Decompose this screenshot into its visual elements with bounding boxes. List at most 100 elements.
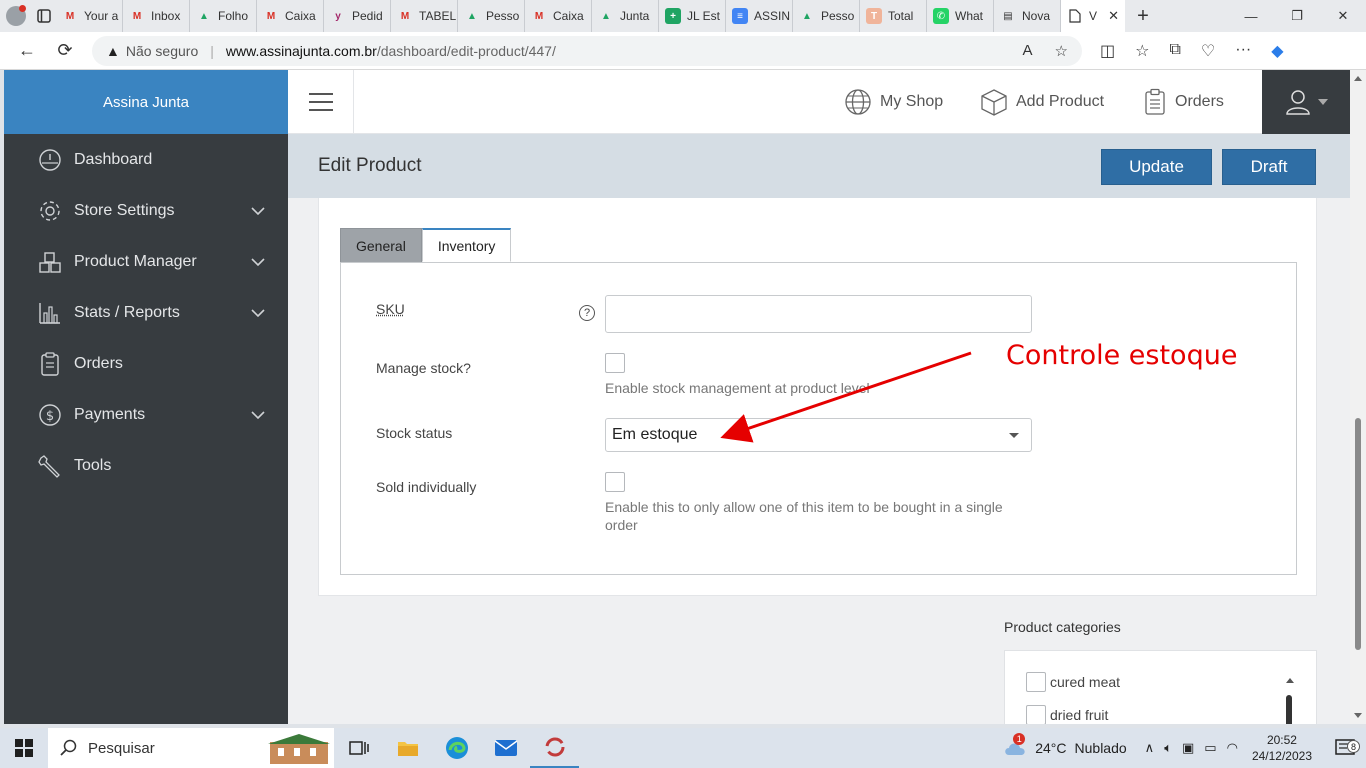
browser-tab[interactable]: ▲ Pesso [458,0,525,32]
tab-actions-icon[interactable] [32,0,56,32]
chevron-down-icon[interactable] [250,407,266,423]
tab-inventory[interactable]: Inventory [421,228,512,262]
chevron-down-icon[interactable] [250,254,266,270]
user-menu-button[interactable] [1262,70,1350,134]
menu-toggle-button[interactable] [288,70,354,134]
browser-tab[interactable]: M Inbox [123,0,190,32]
battery-icon[interactable]: ▭ [1204,740,1216,756]
windows-logo-icon [15,739,33,757]
add-product-link[interactable]: Add Product [980,70,1104,134]
browser-tab[interactable]: + JL Est [659,0,726,32]
browser-tab[interactable]: M TABEL [391,0,458,32]
my-shop-link[interactable]: My Shop [844,70,943,134]
maximize-button[interactable]: ❐ [1274,0,1320,32]
tab-general[interactable]: General [340,228,422,262]
refresh-button[interactable]: ⟳ [46,32,84,70]
help-icon[interactable]: ? [579,305,595,321]
update-button[interactable]: Update [1101,149,1212,185]
gmail-icon: M [400,10,410,22]
sidebar-item-payments[interactable]: $ Payments [4,389,288,440]
mail-icon[interactable] [481,728,530,768]
scroll-down-icon[interactable] [1354,713,1362,718]
category-item[interactable]: dried fruit [1026,705,1108,724]
chevron-down-icon[interactable] [250,305,266,321]
category-checkbox[interactable] [1026,705,1046,724]
scrollbar-thumb[interactable] [1355,418,1361,650]
browser-tab-active[interactable]: V ✕ [1061,0,1125,32]
browser-tab[interactable]: ≡ ASSIN [726,0,793,32]
browser-tab[interactable]: ▤ Nova [994,0,1061,32]
browser-tab[interactable]: ▲ Junta [592,0,659,32]
manage-stock-checkbox[interactable] [605,353,625,373]
favorites-icon[interactable]: ☆ [1135,41,1149,61]
category-scrollbar-thumb[interactable] [1286,695,1292,724]
drive-icon: ▲ [467,10,477,22]
profile-notification-dot [19,5,26,12]
stock-status-select[interactable]: Em estoque [605,418,1032,452]
file-explorer-icon[interactable] [383,728,432,768]
copilot-icon[interactable]: ◆ [1271,41,1283,61]
browser-tab-label: ASSIN [754,9,791,23]
show-hidden-icons-icon[interactable]: ∧ [1145,740,1155,756]
notifications-button[interactable]: 8 [1330,739,1360,757]
collections-icon[interactable]: ⧉ [1169,41,1180,61]
sold-individually-checkbox[interactable] [605,472,625,492]
sidebar-item-store-settings[interactable]: Store Settings [4,185,288,236]
url-field[interactable]: ▲ Não seguro | www.assinajunta.com.br /d… [92,35,1082,66]
brand-title[interactable]: Assina Junta [4,70,288,134]
browser-tab[interactable]: ✆ What [927,0,994,32]
new-tab-button[interactable]: + [1125,0,1161,32]
scroll-up-icon[interactable] [1354,76,1362,81]
page-scrollbar[interactable] [1350,70,1366,724]
sku-label: SKU [376,301,405,317]
browser-tab[interactable]: T Total [860,0,927,32]
browser-tab[interactable]: ▲ Folho [190,0,257,32]
orders-link[interactable]: Orders [1143,70,1224,134]
browser-tab-label: Junta [620,9,650,23]
category-checkbox[interactable] [1026,672,1046,692]
draft-button[interactable]: Draft [1222,149,1316,185]
close-tab-icon[interactable]: ✕ [1108,8,1119,24]
meet-icon[interactable]: ▣ [1182,740,1194,756]
sidebar-item-orders[interactable]: Orders [4,338,288,389]
chevron-down-icon[interactable] [250,203,266,219]
clock[interactable]: 20:52 24/12/2023 [1252,732,1312,764]
annotation-text: Controle estoque [1006,340,1238,371]
browser-tab-label: TABEL [419,9,457,23]
browser-tab[interactable]: M Caixa [257,0,324,32]
drive-icon: ▲ [802,10,812,22]
sidebar-item-stats-reports[interactable]: Stats / Reports [4,287,288,338]
close-window-button[interactable]: ✕ [1320,0,1366,32]
performance-icon[interactable]: ♡ [1201,41,1215,61]
browser-tab[interactable]: ▲ Pesso [793,0,860,32]
browser-tab[interactable]: y Pedid [324,0,391,32]
speaker-icon[interactable]: 🔈︎ [1164,740,1172,756]
browser-tab[interactable]: M Caixa [525,0,592,32]
start-button[interactable] [0,728,48,768]
edge-browser-icon[interactable] [432,728,481,768]
task-view-icon[interactable] [334,728,383,768]
split-screen-icon[interactable]: ◫ [1100,41,1115,61]
docs-icon: ≡ [732,8,748,24]
back-button[interactable]: ← [8,32,46,70]
sku-input[interactable] [605,295,1032,333]
browser-profile-button[interactable] [0,0,32,32]
category-scroll-up-icon[interactable] [1286,678,1294,683]
weather-temp: 24°C [1035,740,1067,756]
category-item[interactable]: cured meat [1026,672,1120,692]
browser-tab[interactable]: M Your a [56,0,123,32]
sidebar-item-label: Tools [74,456,112,474]
sidebar-item-product-manager[interactable]: Product Manager [4,236,288,287]
sidebar-item-dashboard[interactable]: Dashboard [4,134,288,185]
app-launcher-icon[interactable] [530,728,579,768]
wifi-icon[interactable]: ◠ [1227,740,1238,756]
more-menu-icon[interactable]: ··· [1235,41,1251,61]
sidebar-item-tools[interactable]: Tools [4,440,288,491]
taskbar-search[interactable]: Pesquisar [48,728,334,768]
minimize-button[interactable]: — [1228,0,1274,32]
favorite-star-icon[interactable]: ☆ [1055,42,1068,60]
address-bar: ← ⟳ ▲ Não seguro | www.assinajunta.com.b… [0,32,1366,70]
weather-widget[interactable]: 1 24°C Nublado [1003,733,1127,757]
warning-icon: ▲ [106,42,120,59]
read-aloud-icon[interactable]: A [1023,42,1033,60]
